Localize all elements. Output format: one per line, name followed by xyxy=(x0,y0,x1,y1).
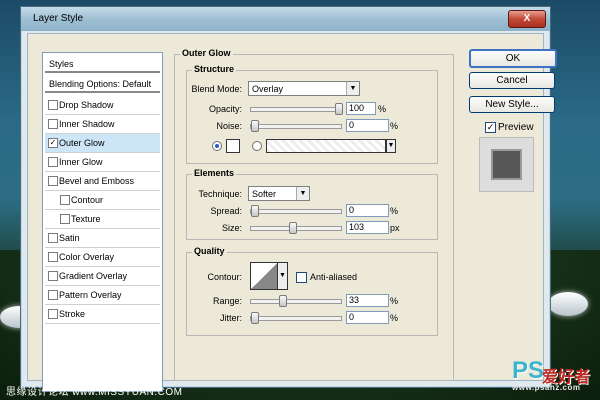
styles-list: Styles Blending Options: Default Drop Sh… xyxy=(42,52,163,392)
list-item-contour[interactable]: Contour xyxy=(45,191,160,210)
technique-select[interactable]: Softer ▼ xyxy=(248,186,310,201)
chevron-down-icon[interactable]: ▼ xyxy=(277,262,288,290)
list-item-stroke[interactable]: Stroke xyxy=(45,305,160,324)
noise-input[interactable]: 0 xyxy=(346,119,389,132)
checkbox[interactable] xyxy=(48,100,58,110)
quality-group xyxy=(186,252,438,336)
blend-mode-select[interactable]: Overlay ▼ xyxy=(248,81,360,96)
jitter-input[interactable]: 0 xyxy=(346,311,389,324)
window-title: Layer Style xyxy=(33,13,84,24)
noise-unit: % xyxy=(390,121,399,131)
slider-knob[interactable] xyxy=(251,120,259,132)
solid-color-radio[interactable] xyxy=(212,141,222,151)
list-item-gradient-overlay[interactable]: Gradient Overlay xyxy=(45,267,160,286)
noise-label: Noise: xyxy=(216,121,242,131)
style-preview-thumbnail xyxy=(479,137,534,192)
psahz-logo: PS 爱好者 www.psahz.com xyxy=(512,357,591,392)
opacity-label: Opacity: xyxy=(208,104,242,114)
checkbox[interactable] xyxy=(48,176,58,186)
list-item-drop-shadow[interactable]: Drop Shadow xyxy=(45,96,160,115)
checkbox[interactable] xyxy=(48,252,58,262)
checkbox[interactable] xyxy=(48,157,58,167)
outer-glow-title: Outer Glow xyxy=(180,48,233,58)
structure-title: Structure xyxy=(192,64,237,74)
size-unit: px xyxy=(390,223,400,233)
list-item-bevel-emboss[interactable]: Bevel and Emboss xyxy=(45,172,160,191)
checkbox[interactable] xyxy=(60,214,70,224)
list-item-inner-glow[interactable]: Inner Glow xyxy=(45,153,160,172)
checkbox[interactable] xyxy=(48,290,58,300)
spread-unit: % xyxy=(390,206,399,216)
list-item-satin[interactable]: Satin xyxy=(45,229,160,248)
list-item-blending-options[interactable]: Blending Options: Default xyxy=(45,75,160,93)
preview-square xyxy=(491,149,522,180)
cancel-button[interactable]: Cancel xyxy=(469,72,555,89)
spread-slider[interactable] xyxy=(250,205,342,217)
dialog-client: Styles Blending Options: Default Drop Sh… xyxy=(27,33,557,392)
checkbox[interactable] xyxy=(48,119,58,129)
list-item-pattern-overlay[interactable]: Pattern Overlay xyxy=(45,286,160,305)
opacity-input[interactable]: 100 xyxy=(346,102,376,115)
chevron-down-icon[interactable]: ▼ xyxy=(386,139,396,153)
checkbox[interactable]: ✓ xyxy=(48,138,58,148)
anti-aliased-checkbox[interactable] xyxy=(296,272,307,283)
list-item-styles[interactable]: Styles xyxy=(45,55,160,73)
jitter-label: Jitter: xyxy=(219,313,242,323)
light-pill-right xyxy=(548,292,588,316)
range-label: Range: xyxy=(212,296,242,306)
quality-title: Quality xyxy=(192,246,227,256)
range-unit: % xyxy=(390,296,399,306)
checkbox[interactable] xyxy=(60,195,70,205)
opacity-slider[interactable] xyxy=(250,103,343,115)
preview-checkbox[interactable]: ✓ xyxy=(485,122,496,133)
size-label: Size: xyxy=(221,223,242,233)
blend-mode-label: Blend Mode: xyxy=(191,84,242,94)
gradient-swatch[interactable] xyxy=(266,139,386,153)
new-style-button[interactable]: New Style... xyxy=(469,96,555,113)
spread-input[interactable]: 0 xyxy=(346,204,389,217)
jitter-slider[interactable] xyxy=(250,312,342,324)
preview-label: Preview xyxy=(498,122,534,133)
ok-button[interactable]: OK xyxy=(469,49,557,68)
jitter-unit: % xyxy=(390,313,399,323)
slider-knob[interactable] xyxy=(279,295,287,307)
layer-style-dialog: Layer Style X Styles Blending Options: D… xyxy=(20,6,557,392)
opacity-unit: % xyxy=(378,104,387,114)
checkbox[interactable] xyxy=(48,309,58,319)
technique-label: Technique: xyxy=(198,189,242,199)
forum-watermark: 思缘设计论坛 www.MISSYUAN.COM xyxy=(6,387,183,398)
close-icon: X xyxy=(523,13,531,24)
range-input[interactable]: 33 xyxy=(346,294,389,307)
titlebar: Layer Style X xyxy=(21,7,550,31)
spread-label: Spread: xyxy=(210,206,242,216)
slider-knob[interactable] xyxy=(335,103,343,115)
size-input[interactable]: 103 xyxy=(346,221,389,234)
size-slider[interactable] xyxy=(250,222,342,234)
slider-knob[interactable] xyxy=(251,205,259,217)
noise-slider[interactable] xyxy=(250,120,342,132)
elements-title: Elements xyxy=(192,168,237,178)
slider-knob[interactable] xyxy=(289,222,297,234)
checkbox[interactable] xyxy=(48,271,58,281)
checkbox[interactable] xyxy=(48,233,58,243)
list-item-outer-glow[interactable]: ✓ Outer Glow xyxy=(45,134,160,153)
glow-color-swatch[interactable] xyxy=(226,139,240,153)
contour-preview[interactable] xyxy=(250,262,278,290)
chevron-down-icon: ▼ xyxy=(346,82,359,95)
list-item-inner-shadow[interactable]: Inner Shadow xyxy=(45,115,160,134)
contour-label: Contour: xyxy=(207,272,242,282)
list-item-color-overlay[interactable]: Color Overlay xyxy=(45,248,160,267)
range-slider[interactable] xyxy=(250,295,342,307)
close-button[interactable]: X xyxy=(508,10,546,28)
chevron-down-icon: ▼ xyxy=(296,187,309,200)
gradient-radio[interactable] xyxy=(252,141,262,151)
list-item-texture[interactable]: Texture xyxy=(45,210,160,229)
anti-aliased-label: Anti-aliased xyxy=(310,272,358,282)
slider-knob[interactable] xyxy=(251,312,259,324)
